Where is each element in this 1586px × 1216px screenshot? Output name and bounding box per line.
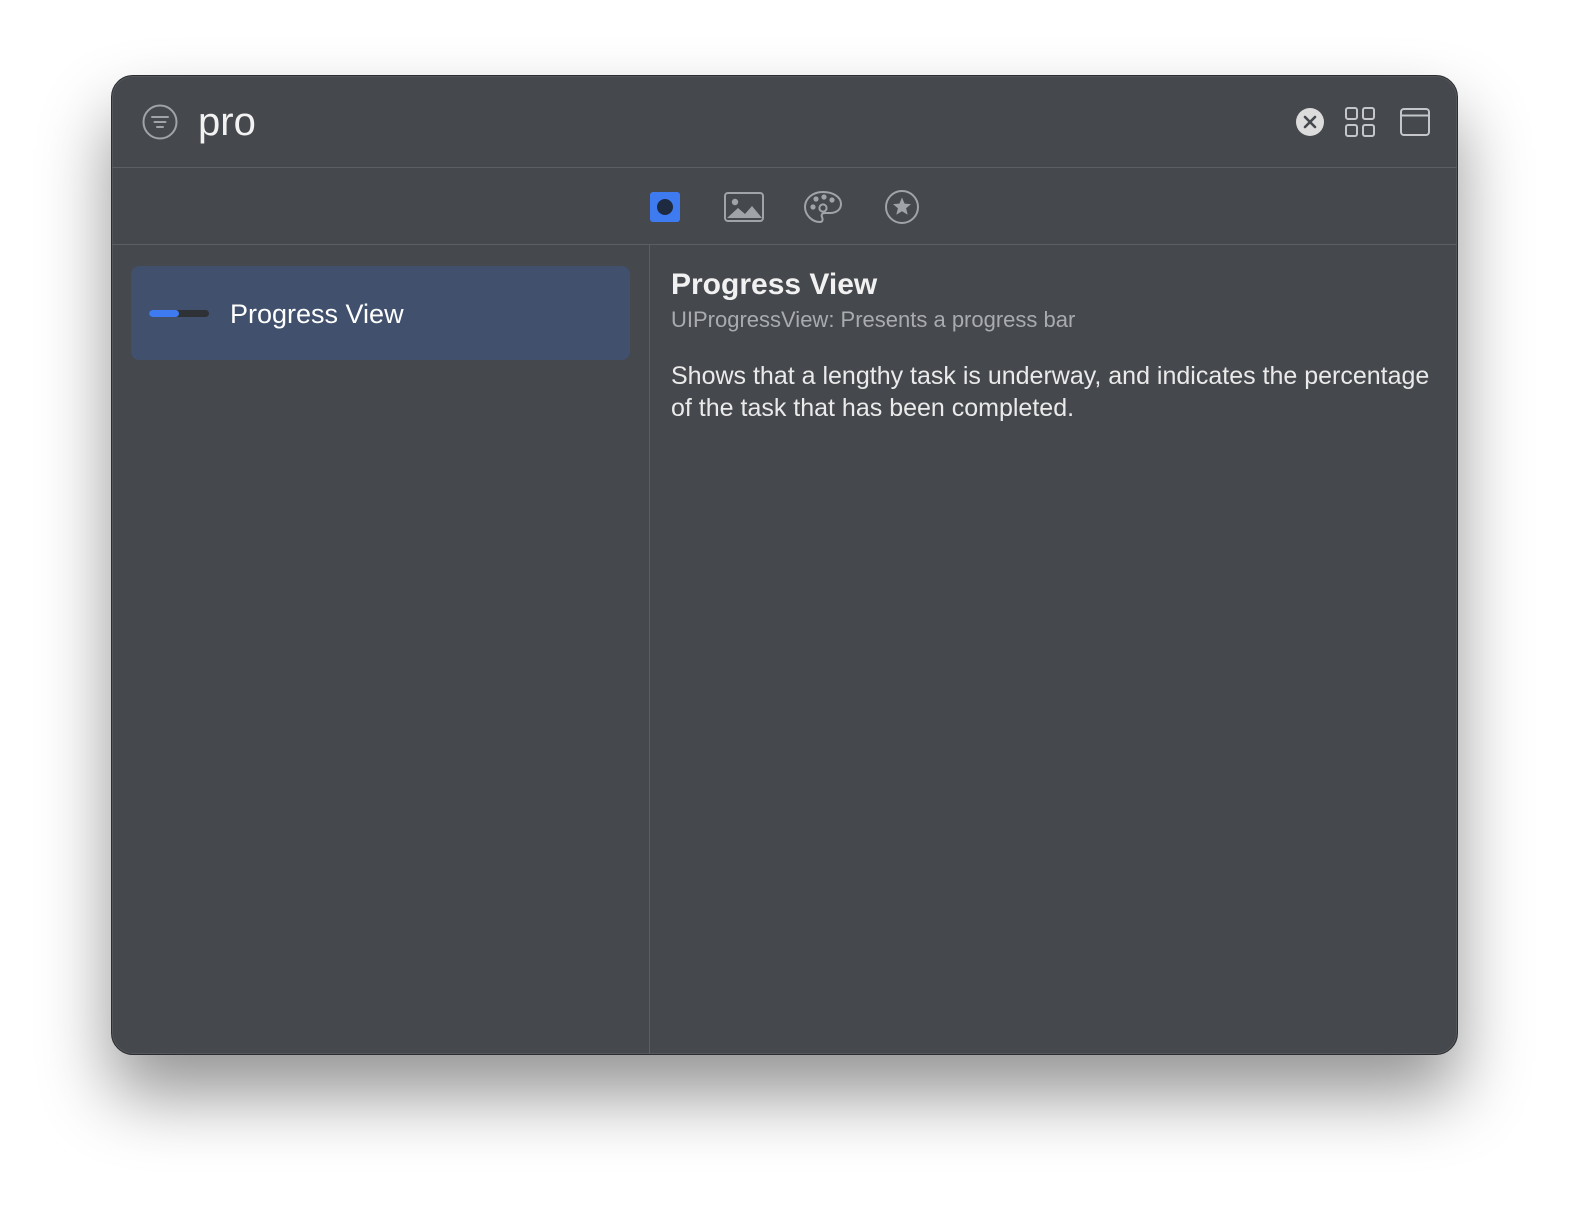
search-bar	[112, 76, 1457, 168]
library-window: Progress View Progress View UIProgressVi…	[111, 75, 1458, 1055]
tab-media[interactable]	[723, 188, 765, 226]
detail-title: Progress View	[671, 268, 878, 301]
list-item-label: Progress View	[230, 299, 404, 329]
detail-subtitle: UIProgressView: Presents a progress bar	[671, 307, 1076, 332]
progress-bar-icon	[149, 310, 209, 317]
search-input[interactable]	[198, 94, 1198, 150]
tab-components[interactable]	[644, 188, 686, 226]
detail-pane: Progress View UIProgressView: Presents a…	[650, 245, 1457, 1054]
tab-favorites[interactable]	[881, 188, 923, 226]
window-icon[interactable]	[1399, 106, 1431, 138]
grid-view-icon[interactable]	[1344, 106, 1376, 138]
list-item-progress-view[interactable]: Progress View	[131, 266, 630, 360]
results-list: Progress View	[112, 245, 650, 1054]
filter-icon[interactable]	[142, 104, 178, 140]
clear-search-icon[interactable]	[1295, 107, 1325, 137]
tab-colors[interactable]	[802, 188, 844, 226]
library-tabs	[112, 168, 1457, 245]
detail-description: Shows that a lengthy task is underway, a…	[671, 362, 1430, 422]
